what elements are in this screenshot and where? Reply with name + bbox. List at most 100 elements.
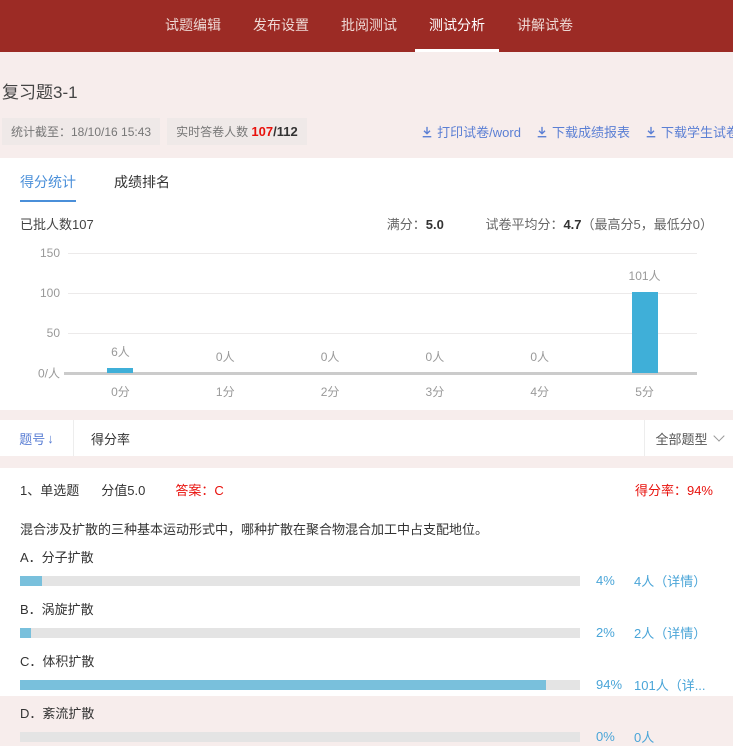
bar-value-label: 0人 <box>426 348 445 365</box>
chart-bar <box>632 292 658 373</box>
chart-column: 0人 <box>173 253 278 373</box>
score-rate-column-label: 得分率 <box>74 420 644 456</box>
chart-columns: 6人 0人 0人 0人 0人 101人 <box>68 253 697 373</box>
tab-review-test[interactable]: 批阅测试 <box>327 0 411 52</box>
option-percent: 94% <box>596 677 632 692</box>
option-a-stats: 4% 4人（详情） <box>20 571 713 590</box>
x-tick: 5分 <box>592 383 697 400</box>
x-tick: 0分 <box>68 383 173 400</box>
bar-value-label: 6人 <box>111 343 130 360</box>
tab-question-edit[interactable]: 试题编辑 <box>151 0 235 52</box>
sort-descending-icon: ↓ <box>47 431 54 446</box>
option-b-label: B．涡旋扩散 <box>20 599 713 618</box>
score-tabs: 得分统计 成绩排名 <box>20 172 713 202</box>
download-student-papers-link[interactable]: 下载学生试卷 <box>645 122 733 141</box>
option-c-label: C．体积扩散 <box>20 651 713 670</box>
header-section: 复习题3-1 统计截至：18/10/16 15:43 实时答卷人数 107/11… <box>0 52 733 158</box>
summary-row: 已批人数107 满分：5.0 试卷平均分：4.7（最高分5，最低分0） <box>20 214 713 233</box>
option-bar-fill <box>20 628 31 638</box>
bar-value-label: 0人 <box>530 348 549 365</box>
chart-bar <box>107 368 133 373</box>
print-paper-link[interactable]: 打印试卷/word <box>421 122 521 141</box>
question-answer: 答案：C <box>175 480 223 499</box>
option-bar-track <box>20 732 580 742</box>
bar-value-label: 101人 <box>629 267 661 284</box>
respondents-total: /112 <box>273 124 298 139</box>
chart-column: 0人 <box>487 253 592 373</box>
download-report-link[interactable]: 下载成绩报表 <box>536 122 630 141</box>
stats-row: 统计截至：18/10/16 15:43 实时答卷人数 107/112 打印试卷/… <box>2 118 733 145</box>
option-percent: 2% <box>596 625 632 640</box>
option-count[interactable]: 0人 <box>634 727 654 746</box>
x-tick: 1分 <box>173 383 278 400</box>
full-score: 满分：5.0 <box>387 217 444 232</box>
option-bar-track <box>20 680 580 690</box>
question-table-header: 题号↓ 得分率 全部题型 <box>0 420 733 456</box>
option-bar-fill <box>20 576 42 586</box>
option-count-details-link[interactable]: 4人（详情） <box>634 571 706 590</box>
y-tick: 100 <box>20 286 60 300</box>
download-icon <box>421 126 433 138</box>
option-c: C．体积扩散 94% 101人（详... <box>20 651 713 694</box>
download-icon <box>645 126 657 138</box>
option-d-label: D．紊流扩散 <box>20 703 713 722</box>
chart-column: 0人 <box>278 253 383 373</box>
download-icon <box>536 126 548 138</box>
option-count-details-link[interactable]: 101人（详... <box>634 675 706 694</box>
graded-count: 已批人数107 <box>20 214 94 233</box>
page-title: 复习题3-1 <box>2 52 733 103</box>
tab-score-ranking[interactable]: 成绩排名 <box>114 172 170 202</box>
option-percent: 4% <box>596 573 632 588</box>
option-c-stats: 94% 101人（详... <box>20 675 713 694</box>
question-card: 1、单选题 分值5.0 答案：C 得分率：94% 混合涉及扩散的三种基本运动形式… <box>0 468 733 696</box>
sort-by-question-number[interactable]: 题号↓ <box>0 420 74 456</box>
option-bar-track <box>20 628 580 638</box>
respondents-label: 实时答卷人数 <box>176 125 251 139</box>
option-percent: 0% <box>596 729 632 744</box>
bar-value-label: 0人 <box>321 348 340 365</box>
score-stats-card: 得分统计 成绩排名 已批人数107 满分：5.0 试卷平均分：4.7（最高分5，… <box>0 158 733 410</box>
tab-score-statistics[interactable]: 得分统计 <box>20 172 76 202</box>
filter-label: 全部题型 <box>655 429 707 448</box>
score-distribution-chart: 150 100 50 0/人 6人 0人 0人 0人 0人 101人 0分 1分… <box>20 247 713 403</box>
tab-publish-settings[interactable]: 发布设置 <box>239 0 323 52</box>
respondents-current: 107 <box>251 124 273 139</box>
top-navbar: 试题编辑 发布设置 批阅测试 测试分析 讲解试卷 <box>0 0 733 52</box>
header-links: 打印试卷/word 下载成绩报表 下载学生试卷 <box>421 122 733 141</box>
question-text: 混合涉及扩散的三种基本运动形式中，哪种扩散在聚合物混合加工中占支配地位。 <box>20 519 713 538</box>
chevron-down-icon <box>713 430 724 441</box>
option-d-stats: 0% 0人 <box>20 727 713 746</box>
question-number-column-label: 题号 <box>19 429 45 448</box>
chart-column: 101人 <box>592 253 697 373</box>
option-bar-fill <box>20 680 546 690</box>
question-index-type: 1、单选题 <box>20 480 79 499</box>
download-student-papers-label: 下载学生试卷 <box>661 122 733 141</box>
option-a-label: A．分子扩散 <box>20 547 713 566</box>
chart-column: 0人 <box>382 253 487 373</box>
summary-right: 满分：5.0 试卷平均分：4.7（最高分5，最低分0） <box>387 214 713 233</box>
question-type-filter[interactable]: 全部题型 <box>644 420 733 456</box>
average-score: 试卷平均分：4.7（最高分5，最低分0） <box>485 217 713 232</box>
chart-plot-area: 6人 0人 0人 0人 0人 101人 <box>68 253 697 373</box>
y-tick: 0/人 <box>20 365 60 382</box>
y-tick: 150 <box>20 246 60 260</box>
option-bar-track <box>20 576 580 586</box>
option-b-stats: 2% 2人（详情） <box>20 623 713 642</box>
question-score-rate: 得分率：94% <box>635 480 713 499</box>
question-score: 分值5.0 <box>101 480 145 499</box>
x-tick: 2分 <box>278 383 383 400</box>
x-axis-labels: 0分 1分 2分 3分 4分 5分 <box>68 383 697 400</box>
download-report-label: 下载成绩报表 <box>552 122 630 141</box>
option-a: A．分子扩散 4% 4人（详情） <box>20 547 713 590</box>
chart-column: 6人 <box>68 253 173 373</box>
tab-test-analysis[interactable]: 测试分析 <box>415 0 499 52</box>
question-header: 1、单选题 分值5.0 答案：C 得分率：94% <box>20 480 713 499</box>
option-b: B．涡旋扩散 2% 2人（详情） <box>20 599 713 642</box>
stat-respondents: 实时答卷人数 107/112 <box>167 118 307 145</box>
x-tick: 3分 <box>382 383 487 400</box>
tab-explain-paper[interactable]: 讲解试卷 <box>503 0 587 52</box>
bar-value-label: 0人 <box>216 348 235 365</box>
option-d: D．紊流扩散 0% 0人 <box>20 703 713 746</box>
y-tick: 50 <box>20 326 60 340</box>
option-count-details-link[interactable]: 2人（详情） <box>634 623 706 642</box>
